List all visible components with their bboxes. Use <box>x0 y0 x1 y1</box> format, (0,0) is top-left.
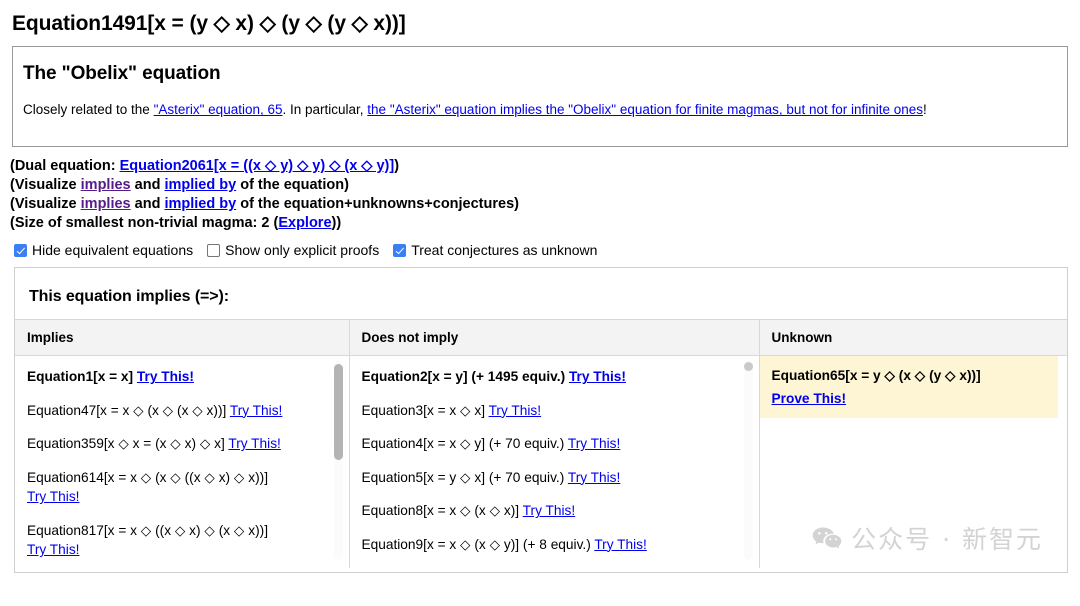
list-item: Equation65[x = y ◇ (x ◇ (y ◇ x))] Prove … <box>772 366 1046 408</box>
try-this-link[interactable]: Try This! <box>569 369 626 384</box>
implies-scrollbar[interactable] <box>334 360 343 560</box>
try-this-link[interactable]: Try This! <box>27 489 79 504</box>
equiv-count: (+ 70 equiv.) <box>489 436 564 451</box>
results-panel: This equation implies (=>): Implies Does… <box>14 267 1068 573</box>
explore-link[interactable]: Explore <box>278 215 331 231</box>
equation-label: Equation2[x = y] <box>362 369 468 384</box>
results-table-body-row: Equation1[x = x] Try This! Equation47[x … <box>15 356 1068 569</box>
list-item: Equation5[x = y ◇ x] (+ 70 equiv.) Try T… <box>362 468 759 487</box>
cell-implies: Equation1[x = x] Try This! Equation47[x … <box>15 356 349 569</box>
visualize1-mid: and <box>131 177 165 193</box>
try-this-link[interactable]: Try This! <box>523 503 575 518</box>
checkbox-explicit-proofs[interactable]: Show only explicit proofs <box>207 242 379 258</box>
filter-options-row: Hide equivalent equations Show only expl… <box>14 242 1080 258</box>
cell-unknown: Equation65[x = y ◇ (x ◇ (y ◇ x))] Prove … <box>759 356 1068 569</box>
info-callout-box: The "Obelix" equation Closely related to… <box>12 46 1068 147</box>
checkbox-hide-equivalent-box[interactable] <box>14 244 27 257</box>
info-box-heading: The "Obelix" equation <box>23 63 1057 85</box>
equation-label: Equation9[x = x ◇ (x ◇ y)] <box>362 537 520 552</box>
try-this-link[interactable]: Try This! <box>594 537 646 552</box>
dual-equation-link[interactable]: Equation2061[x = ((x ◇ y) ◇ y) ◇ (x ◇ y)… <box>120 158 395 174</box>
visualize2-prefix: (Visualize <box>10 196 81 212</box>
info-text-before: Closely related to the <box>23 102 154 117</box>
magma-size-prefix: (Size of smallest non-trivial magma: 2 ( <box>10 215 278 231</box>
equiv-count: (+ 70 equiv.) <box>489 470 564 485</box>
checkbox-explicit-proofs-box[interactable] <box>207 244 220 257</box>
cell-does-not-imply: Equation2[x = y] (+ 1495 equiv.) Try Thi… <box>349 356 759 569</box>
list-item: Equation1[x = x] Try This! <box>27 367 349 386</box>
try-this-link[interactable]: Try This! <box>489 403 541 418</box>
try-this-link[interactable]: Try This! <box>228 436 280 451</box>
checkbox-hide-equivalent-label: Hide equivalent equations <box>32 242 193 258</box>
checkbox-hide-equivalent[interactable]: Hide equivalent equations <box>14 242 193 258</box>
equation-meta-block: (Dual equation: Equation2061[x = ((x ◇ y… <box>10 157 1080 233</box>
equation-label: Equation359[x ◇ x = (x ◇ x) ◇ x] <box>27 436 225 451</box>
column-header-implies: Implies <box>15 320 349 356</box>
does-not-imply-list[interactable]: Equation2[x = y] (+ 1495 equiv.) Try Thi… <box>350 356 759 568</box>
equation-label: Equation3[x = x ◇ x] <box>362 403 486 418</box>
dual-equation-prefix: (Dual equation: <box>10 158 120 174</box>
checkbox-treat-conjectures-label: Treat conjectures as unknown <box>411 242 597 258</box>
page-title: Equation1491[x = (y ◇ x) ◇ (y ◇ (y ◇ x))… <box>12 10 1080 37</box>
results-table-header-row: Implies Does not imply Unknown <box>15 320 1068 356</box>
list-item: Equation817[x = x ◇ ((x ◇ x) ◇ (x ◇ x))]… <box>27 521 349 560</box>
visualize-conj-implied-by-link[interactable]: implied by <box>164 196 236 212</box>
unknown-highlight-box: Equation65[x = y ◇ (x ◇ (y ◇ x))] Prove … <box>760 356 1058 418</box>
equation-label: Equation5[x = y ◇ x] <box>362 470 486 485</box>
equiv-count: (+ 8 equiv.) <box>523 537 591 552</box>
asterix-implies-obelix-link[interactable]: the "Asterix" equation implies the "Obel… <box>367 102 923 117</box>
try-this-link[interactable]: Try This! <box>568 436 620 451</box>
visualize2-suffix: of the equation+unknowns+conjectures) <box>236 196 519 212</box>
visualize-implied-by-link[interactable]: implied by <box>164 177 236 193</box>
magma-size-line: (Size of smallest non-trivial magma: 2 (… <box>10 214 1080 233</box>
checkbox-explicit-proofs-label: Show only explicit proofs <box>225 242 379 258</box>
checkbox-treat-conjectures[interactable]: Treat conjectures as unknown <box>393 242 597 258</box>
dual-equation-suffix: ) <box>394 158 399 174</box>
unknown-list[interactable]: Equation65[x = y ◇ (x ◇ (y ◇ x))] Prove … <box>760 356 1069 568</box>
visualize-implies-link[interactable]: implies <box>81 177 131 193</box>
equation-label: Equation65[x = y ◇ (x ◇ (y ◇ x))] <box>772 368 981 383</box>
prove-this-link[interactable]: Prove This! <box>772 389 1046 408</box>
try-this-link[interactable]: Try This! <box>137 369 194 384</box>
results-table: Implies Does not imply Unknown Equation1… <box>15 319 1068 568</box>
try-this-link[interactable]: Try This! <box>230 403 282 418</box>
equation-label: Equation614[x = x ◇ (x ◇ ((x ◇ x) ◇ x))] <box>27 470 268 485</box>
visualize1-suffix: of the equation) <box>236 177 349 193</box>
list-item: Equation47[x = x ◇ (x ◇ (x ◇ x))] Try Th… <box>27 401 349 420</box>
visualize-equation-line: (Visualize implies and implied by of the… <box>10 176 1080 195</box>
equation-label: Equation817[x = x ◇ ((x ◇ x) ◇ (x ◇ x))] <box>27 523 268 538</box>
list-item: Equation3[x = x ◇ x] Try This! <box>362 401 759 420</box>
visualize-conjectures-line: (Visualize implies and implied by of the… <box>10 195 1080 214</box>
list-item: Equation614[x = x ◇ (x ◇ ((x ◇ x) ◇ x))]… <box>27 468 349 507</box>
dual-equation-line: (Dual equation: Equation2061[x = ((x ◇ y… <box>10 157 1080 176</box>
column-header-does-not-imply: Does not imply <box>349 320 759 356</box>
info-text-middle: . In particular, <box>283 102 368 117</box>
try-this-link[interactable]: Try This! <box>568 470 620 485</box>
visualize2-mid: and <box>131 196 165 212</box>
equiv-count: (+ 1495 equiv.) <box>471 369 565 384</box>
list-item: Equation359[x ◇ x = (x ◇ x) ◇ x] Try Thi… <box>27 434 349 453</box>
visualize1-prefix: (Visualize <box>10 177 81 193</box>
list-item: Equation4[x = x ◇ y] (+ 70 equiv.) Try T… <box>362 434 759 453</box>
checkbox-treat-conjectures-box[interactable] <box>393 244 406 257</box>
list-item: Equation9[x = x ◇ (x ◇ y)] (+ 8 equiv.) … <box>362 535 759 554</box>
implies-scrollbar-thumb[interactable] <box>334 364 343 460</box>
equation-label: Equation8[x = x ◇ (x ◇ x)] <box>362 503 520 518</box>
equation-label: Equation47[x = x ◇ (x ◇ (x ◇ x))] <box>27 403 226 418</box>
try-this-link[interactable]: Try This! <box>27 542 79 557</box>
visualize-conj-implies-link[interactable]: implies <box>81 196 131 212</box>
results-panel-title: This equation implies (=>): <box>29 288 1067 306</box>
does-not-imply-scrollbar[interactable] <box>744 360 753 560</box>
list-item: Equation2[x = y] (+ 1495 equiv.) Try Thi… <box>362 367 759 386</box>
column-header-unknown: Unknown <box>759 320 1068 356</box>
magma-size-suffix: )) <box>332 215 342 231</box>
does-not-imply-scrollbar-thumb[interactable] <box>744 362 753 371</box>
info-box-text: Closely related to the "Asterix" equatio… <box>23 101 1057 119</box>
info-text-after: ! <box>923 102 927 117</box>
asterix-equation-link[interactable]: "Asterix" equation, 65 <box>154 102 283 117</box>
equation-label: Equation1[x = x] <box>27 369 133 384</box>
list-item: Equation8[x = x ◇ (x ◇ x)] Try This! <box>362 501 759 520</box>
equation-label: Equation4[x = x ◇ y] <box>362 436 486 451</box>
implies-list[interactable]: Equation1[x = x] Try This! Equation47[x … <box>15 356 349 568</box>
